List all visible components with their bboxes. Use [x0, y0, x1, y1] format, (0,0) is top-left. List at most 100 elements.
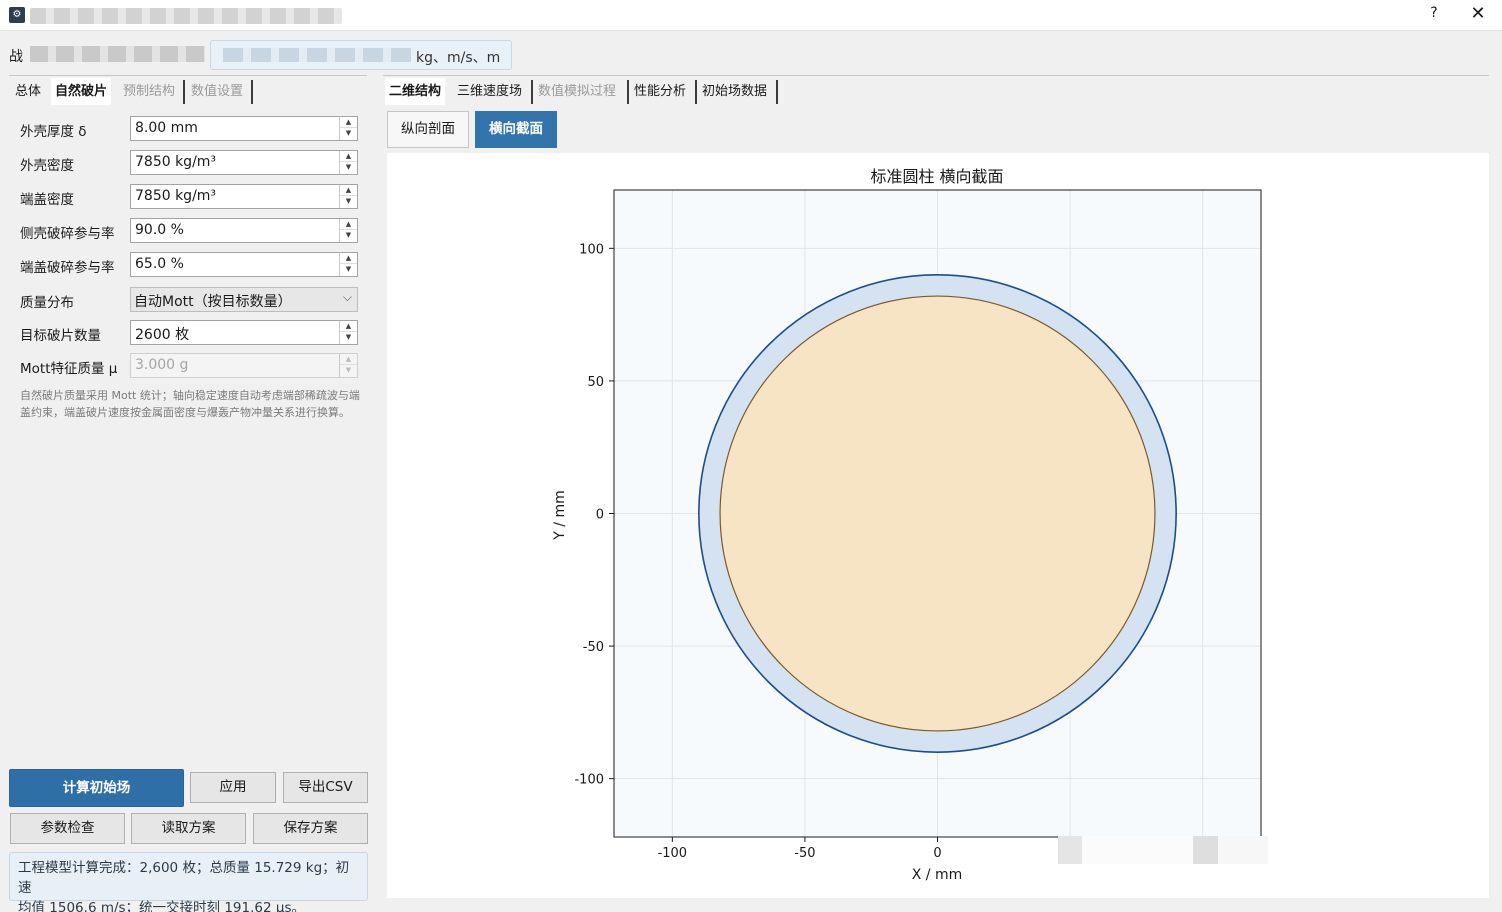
app-icon: ⚙ [9, 7, 25, 23]
target-count-label: 目标破片数量 [20, 328, 101, 344]
spin-buttons[interactable]: ▲ ▼ [339, 321, 357, 344]
param-check-button[interactable]: 参数检查 [10, 813, 125, 844]
compute-initial-field-button[interactable]: 计算初始场 [9, 769, 184, 807]
shell-density-label: 外壳密度 [20, 158, 74, 174]
spin-buttons[interactable]: ▲ ▼ [339, 219, 357, 242]
cap-density-input[interactable]: 7850 kg/m³ ▲ ▼ [130, 184, 358, 209]
spin-buttons[interactable]: ▲ ▼ [339, 185, 357, 208]
left-tabbar-line [9, 75, 367, 76]
load-scheme-button[interactable]: 读取方案 [131, 813, 246, 844]
cap-fragment-rate-input[interactable]: 65.0 % ▲ ▼ [130, 252, 358, 277]
mott-mass-input: 3.000 g ▲ ▼ [130, 353, 358, 378]
cap-fragment-rate-label: 端盖破碎参与率 [20, 260, 115, 276]
chart-title: 标准圆柱 横向截面 [870, 167, 1003, 186]
spin-down-icon[interactable]: ▼ [340, 230, 357, 241]
tab-cross-section[interactable]: 横向截面 [475, 111, 557, 148]
tab-initial-data[interactable]: 初始场数据 [698, 78, 771, 105]
shell-thickness-value: 8.00 mm [135, 120, 198, 136]
tab-simulation[interactable]: 数值模拟过程 [534, 78, 620, 105]
spin-down-icon[interactable]: ▼ [340, 128, 357, 139]
spin-down-icon: ▼ [345, 366, 352, 374]
spin-up-icon[interactable]: ▲ [340, 117, 357, 128]
right-tabbar-line [383, 75, 1489, 76]
y-tick-label: -50 [583, 640, 604, 655]
spin-down-icon[interactable]: ▼ [340, 332, 357, 343]
cross-section-chart[interactable]: 标准圆柱 横向截面 -100 -50 0 100 50 0 -50 -100 X / mm Y… [387, 153, 1489, 898]
redacted-region [1058, 836, 1268, 864]
tab-longitudinal-section[interactable]: 纵向剖面 [387, 111, 469, 148]
units-text: kg、m/s、m [416, 50, 501, 66]
x-tick-label: -100 [658, 846, 688, 861]
help-text: 自然破片质量采用 Mott 统计；轴向稳定速度自动考虑端部稀疏波与端盖约束，端盖… [20, 389, 360, 419]
tab-divider [183, 80, 185, 104]
shell-thickness-input[interactable]: 8.00 mm ▲ ▼ [130, 116, 358, 141]
tab-divider [627, 80, 629, 104]
tab-divider [695, 80, 697, 104]
export-csv-button[interactable]: 导出CSV [283, 772, 368, 803]
tab-2d-structure[interactable]: 二维结构 [385, 78, 446, 105]
spin-buttons: ▲ ▼ [339, 354, 357, 377]
spin-up-icon[interactable]: ▲ [340, 185, 357, 196]
tab-3d-velocity[interactable]: 三维速度场 [453, 78, 526, 105]
x-tick-label: 0 [933, 846, 941, 861]
x-axis-label: X / mm [912, 867, 962, 883]
target-count-value: 2600 枚 [135, 327, 190, 343]
title-bar: ⚙ ? ✕ [0, 0, 1502, 31]
units-redacted [223, 48, 411, 62]
y-axis-label: Y / mm [552, 490, 568, 540]
y-tick-label: -100 [574, 773, 604, 788]
plot-axes: -100 -50 0 100 50 0 -50 -100 [574, 189, 1262, 861]
mass-distribution-label: 质量分布 [20, 295, 74, 311]
side-fragment-rate-input[interactable]: 90.0 % ▲ ▼ [130, 218, 358, 243]
window-title-redacted [30, 8, 342, 24]
spin-buttons[interactable]: ▲ ▼ [339, 253, 357, 276]
tab-prefab-structure[interactable]: 预制结构 [119, 78, 179, 105]
tab-divider [776, 80, 778, 104]
summary-bar: 战 kg、m/s、m [0, 36, 1502, 72]
tab-performance[interactable]: 性能分析 [630, 78, 690, 105]
explosive-charge-circle [719, 295, 1156, 732]
shell-density-value: 7850 kg/m³ [135, 154, 217, 170]
summary-label: 战 [9, 49, 23, 65]
shell-thickness-label: 外壳厚度 δ [20, 124, 87, 140]
units-badge: kg、m/s、m [210, 40, 512, 70]
spin-up-icon[interactable]: ▲ [340, 151, 357, 162]
status-line-1: 工程模型计算完成：2,600 枚；总质量 15.729 kg；初速 [18, 860, 350, 896]
side-fragment-rate-value: 90.0 % [135, 222, 184, 238]
tab-natural-fragments[interactable]: 自然破片 [51, 78, 112, 105]
status-line-2: 均值 1506.6 m/s；统一交接时刻 191.62 μs。 [18, 900, 305, 912]
spin-down-icon[interactable]: ▼ [340, 264, 357, 275]
help-button[interactable]: ? [1424, 5, 1444, 21]
close-button[interactable]: ✕ [1467, 3, 1489, 24]
spin-buttons[interactable]: ▲ ▼ [339, 117, 357, 140]
mott-mass-value: 3.000 g [135, 357, 189, 373]
apply-button[interactable]: 应用 [190, 772, 276, 803]
plot-panel: 标准圆柱 横向截面 -100 -50 0 100 50 0 -50 -100 X / mm Y… [387, 153, 1489, 898]
summary-redacted [30, 46, 205, 62]
tab-overall[interactable]: 总体 [11, 78, 45, 105]
target-count-input[interactable]: 2600 枚 ▲ ▼ [130, 320, 358, 345]
status-message: 工程模型计算完成：2,600 枚；总质量 15.729 kg；初速 均值 150… [9, 852, 368, 912]
save-scheme-button[interactable]: 保存方案 [253, 813, 368, 844]
spin-up-icon: ▲ [340, 354, 357, 365]
spin-buttons[interactable]: ▲ ▼ [339, 151, 357, 174]
shell-density-input[interactable]: 7850 kg/m³ ▲ ▼ [130, 150, 358, 175]
spin-down-icon[interactable]: ▼ [340, 196, 357, 207]
y-tick-label: 0 [596, 508, 604, 523]
cap-fragment-rate-value: 65.0 % [135, 256, 184, 272]
chevron-down-icon[interactable]: ⌵ [343, 290, 352, 305]
tab-divider [251, 80, 253, 104]
spin-down-icon[interactable]: ▼ [340, 162, 357, 173]
cap-density-label: 端盖密度 [20, 192, 74, 208]
mass-distribution-select[interactable]: 自动Mott（按目标数量） ⌵ [130, 287, 358, 312]
x-tick-label: -50 [794, 846, 815, 861]
spin-up-icon[interactable]: ▲ [340, 321, 357, 332]
tab-divider [531, 80, 533, 104]
tab-numeric-settings[interactable]: 数值设置 [187, 78, 247, 105]
y-tick-label: 100 [579, 242, 604, 257]
spin-up-icon[interactable]: ▲ [340, 253, 357, 264]
spin-up-icon[interactable]: ▲ [340, 219, 357, 230]
side-fragment-rate-label: 侧壳破碎参与率 [20, 226, 115, 242]
mass-distribution-value: 自动Mott（按目标数量） [134, 294, 292, 310]
cap-density-value: 7850 kg/m³ [135, 188, 217, 204]
